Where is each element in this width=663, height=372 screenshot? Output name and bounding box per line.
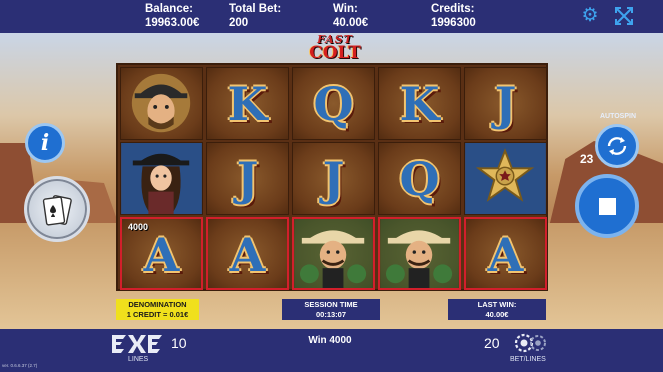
- balance-stat: Balance: 19963.00€: [145, 2, 199, 30]
- version-text: ver. 0.6.6.37 (2.7): [2, 363, 38, 368]
- reel-cell: J: [292, 142, 375, 215]
- gunslinger-symbol: [380, 219, 459, 288]
- reel-cell: J: [464, 67, 547, 140]
- reel-cell: K: [378, 67, 461, 140]
- reel-cell: Q: [378, 142, 461, 215]
- info-label: i: [40, 130, 50, 156]
- refresh-icon: [607, 137, 627, 155]
- session-time-label: SESSION TIME: [304, 300, 358, 309]
- reel-cell: J: [206, 142, 289, 215]
- reel-cell: K: [206, 67, 289, 140]
- last-win-label: LAST WIN:: [477, 300, 517, 309]
- reel-cell: [292, 217, 375, 290]
- gunslinger-symbol: [294, 219, 373, 288]
- win-stat: Win: 40.00€: [333, 2, 368, 30]
- credits-label: Credits:: [431, 3, 475, 15]
- win-message: Win 4000: [308, 335, 352, 346]
- credits-value: 1996300: [431, 17, 476, 29]
- bet-lines-label: BET/LINES: [510, 356, 546, 363]
- denomination-value: 1 CREDIT = 0.01€: [126, 309, 189, 319]
- playing-cards-icon: [42, 195, 72, 226]
- autospin-count: 23: [580, 152, 594, 166]
- gear-icon[interactable]: ⚙: [580, 6, 600, 26]
- letter-j-symbol: J: [322, 152, 345, 206]
- lines-value[interactable]: 10: [171, 335, 187, 351]
- letter-k-symbol: K: [227, 77, 268, 131]
- last-win-panel: LAST WIN: 40.00€: [448, 299, 546, 320]
- autospin-label: AUTOSPIN: [599, 113, 637, 120]
- session-time-value: 00:13:07: [315, 309, 347, 319]
- letter-k-symbol: K: [399, 77, 440, 131]
- reel-cell: [120, 142, 203, 215]
- outlaw-symbol: [131, 73, 191, 133]
- reel-cell: [464, 142, 547, 215]
- reel-cell: A: [206, 217, 289, 290]
- reel-cell: [378, 217, 461, 290]
- last-win-value: 40.00€: [485, 309, 509, 319]
- reel-cell: Q: [292, 67, 375, 140]
- gamble-cards-button[interactable]: [24, 176, 90, 242]
- total-bet-value: 200: [229, 17, 249, 29]
- reel-cell: A: [464, 217, 547, 290]
- cowgirl-symbol: [121, 143, 202, 214]
- bet-lines-value[interactable]: 20: [484, 335, 500, 351]
- denomination-panel[interactable]: DENOMINATION 1 CREDIT = 0.01€: [116, 299, 199, 320]
- game-logo: FAST COLT: [300, 33, 370, 63]
- denomination-label: DENOMINATION: [128, 300, 187, 309]
- reel-cell: A 4000: [120, 217, 203, 290]
- letter-j-symbol: J: [236, 152, 259, 206]
- letter-q-symbol: Q: [313, 77, 354, 131]
- win-label: Win:: [333, 3, 358, 15]
- sheriff-star-symbol: [465, 143, 546, 214]
- balance-label: Balance:: [145, 3, 193, 15]
- lines-logo-icon[interactable]: [110, 333, 162, 355]
- letter-a-symbol: A: [229, 228, 266, 282]
- letter-a-symbol: A: [487, 228, 524, 282]
- top-stats-bar: Balance: 19963.00€ Total Bet: 200 Win: 4…: [0, 0, 663, 33]
- total-bet-label: Total Bet:: [229, 3, 282, 15]
- letter-q-symbol: Q: [399, 152, 440, 206]
- session-time-panel: SESSION TIME 00:13:07: [282, 299, 380, 320]
- win-value: 40.00€: [333, 17, 369, 29]
- chips-icon[interactable]: [510, 333, 550, 353]
- info-button[interactable]: i: [25, 123, 65, 163]
- stop-spin-button[interactable]: [575, 174, 639, 238]
- credits-stat: Credits: 1996300: [431, 2, 476, 30]
- logo-line-2: COLT: [309, 43, 361, 63]
- stop-icon: [599, 198, 616, 215]
- balance-value: 19963.00€: [145, 17, 200, 29]
- lines-label: LINES: [128, 356, 149, 363]
- total-bet-stat: Total Bet: 200: [229, 2, 281, 30]
- autospin-button[interactable]: [595, 124, 639, 168]
- reel-cell: [120, 67, 203, 140]
- line-win-amount: 4000: [128, 222, 149, 232]
- letter-j-symbol: J: [494, 77, 517, 131]
- reels-grid: A 4000 K J A Q J K Q J A: [116, 63, 548, 291]
- fullscreen-icon[interactable]: [614, 6, 634, 26]
